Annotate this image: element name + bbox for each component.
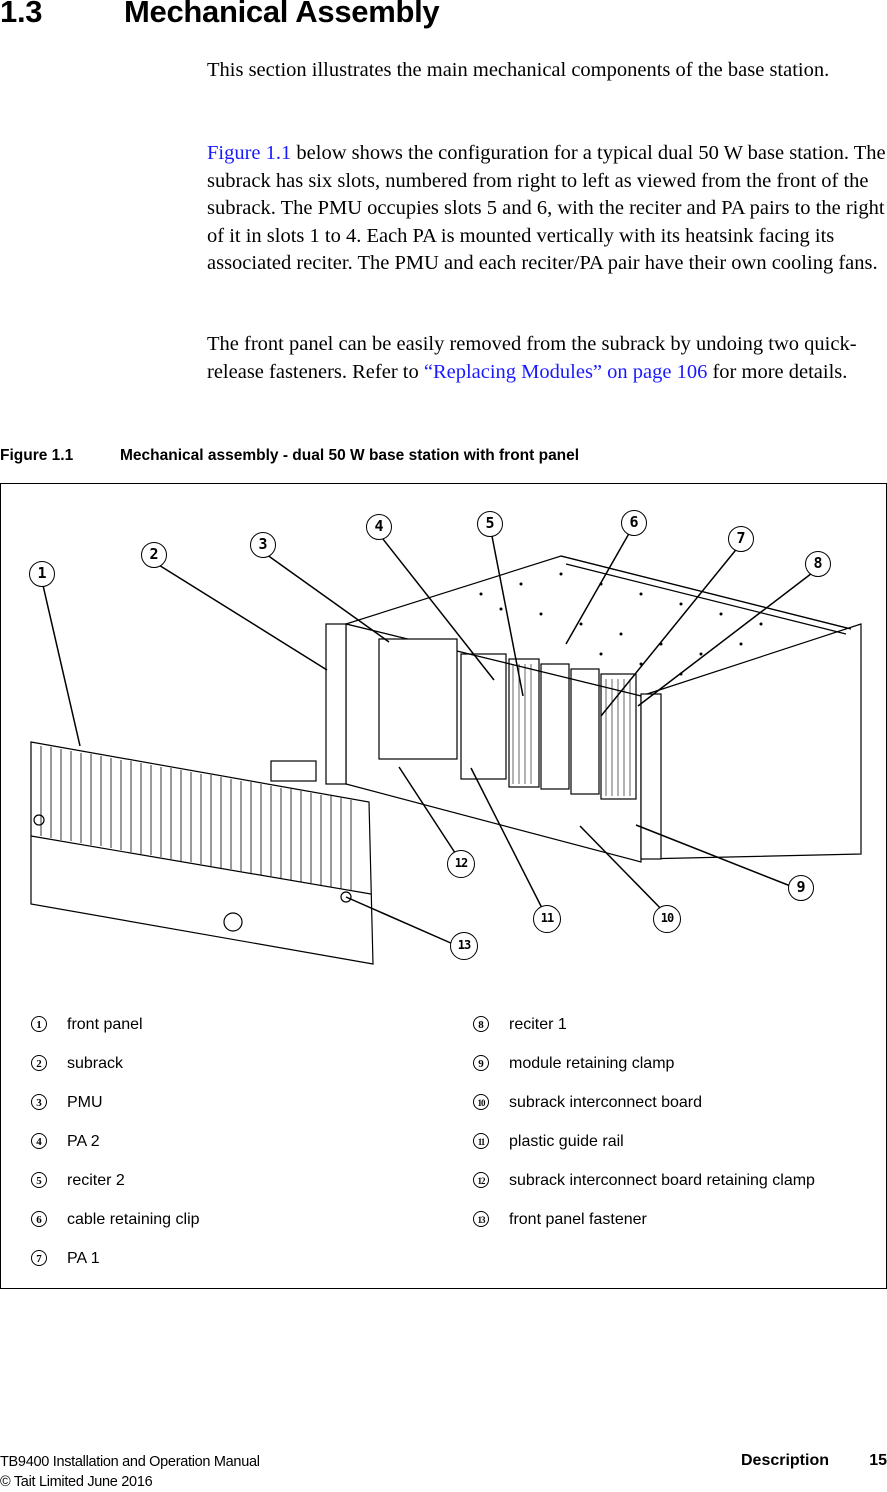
figure-number: Figure 1.1 [0, 447, 74, 464]
callout-11: 11 [533, 905, 561, 933]
footer-right: Description 15 [741, 1452, 887, 1470]
mechanical-assembly-illustration [30, 529, 862, 965]
configuration-text: below shows the configuration for a typi… [207, 142, 886, 275]
legend-label: module retaining clamp [509, 1055, 675, 1072]
figure-caption-text: Mechanical assembly - dual 50 W base sta… [120, 447, 580, 464]
legend-label: front panel fastener [509, 1211, 647, 1228]
front-panel-paragraph: The front panel can be easily removed fr… [207, 331, 887, 386]
callout-7: 7 [728, 526, 754, 552]
page-number: 15 [869, 1452, 887, 1469]
replacing-modules-link[interactable]: “Replacing Modules” on page 106 [424, 361, 708, 383]
callout-9: 9 [788, 875, 814, 901]
callout-12: 12 [447, 850, 475, 878]
front-panel-drawing [30, 741, 374, 965]
callout-number-icon: 12 [473, 1172, 489, 1188]
legend-label: PA 1 [67, 1250, 100, 1267]
chapter-name: Description [740, 1452, 829, 1469]
legend-label: cable retaining clip [67, 1211, 200, 1228]
configuration-paragraph: Figure 1.1 below shows the configuration… [207, 140, 887, 278]
figure-frame: 1 2 3 4 5 6 7 8 9 10 11 12 13 1 front pan… [0, 483, 887, 1289]
callout-number-icon: 13 [473, 1211, 489, 1227]
legend-label: subrack [67, 1055, 124, 1072]
footer-left: TB9400 Installation and Operation Manual… [0, 1452, 260, 1492]
legend-label: plastic guide rail [509, 1133, 624, 1150]
callout-number-icon: 9 [473, 1055, 489, 1071]
copyright: © Tait Limited June 2016 [0, 1474, 153, 1490]
section-heading: 1.3 Mechanical Assembly [0, 0, 440, 30]
callout-13: 13 [450, 932, 478, 960]
callout-4: 4 [366, 514, 392, 540]
callout-6: 6 [621, 510, 647, 536]
callout-number-icon: 6 [31, 1211, 47, 1227]
callout-number-icon: 1 [31, 1016, 47, 1032]
callout-8: 8 [805, 551, 831, 577]
legend-label: subrack interconnect board retaining cla… [509, 1172, 815, 1189]
callout-number-icon: 3 [31, 1094, 47, 1110]
front-panel-text-after: for more details. [707, 360, 848, 383]
callout-number-icon: 4 [31, 1133, 47, 1149]
callout-1: 1 [29, 561, 55, 587]
callout-10: 10 [653, 905, 681, 933]
callout-2: 2 [141, 542, 167, 568]
subrack-drawing [325, 555, 862, 863]
legend-label: front panel [67, 1016, 143, 1033]
figure-link[interactable]: Figure 1.1 [207, 142, 291, 164]
intro-paragraph: This section illustrates the main mechan… [207, 59, 830, 81]
callout-number-icon: 11 [473, 1133, 489, 1149]
callout-5: 5 [477, 511, 503, 537]
legend-label: PMU [67, 1094, 103, 1111]
legend-label: PA 2 [67, 1133, 100, 1150]
callout-number-icon: 8 [473, 1016, 489, 1032]
legend-label: subrack interconnect board [509, 1094, 702, 1111]
figure-caption: Figure 1.1 Mechanical assembly - dual 50 … [0, 447, 579, 465]
callout-number-icon: 7 [31, 1250, 47, 1266]
section-title: Mechanical Assembly [124, 0, 440, 29]
callout-number-icon: 2 [31, 1055, 47, 1071]
section-number: 1.3 [0, 0, 43, 29]
manual-title: TB9400 Installation and Operation Manual [0, 1454, 260, 1470]
callout-number-icon: 10 [473, 1094, 489, 1110]
callout-number-icon: 5 [31, 1172, 47, 1188]
callout-3: 3 [250, 532, 276, 558]
legend-label: reciter 1 [509, 1016, 567, 1033]
legend-label: reciter 2 [67, 1172, 125, 1189]
